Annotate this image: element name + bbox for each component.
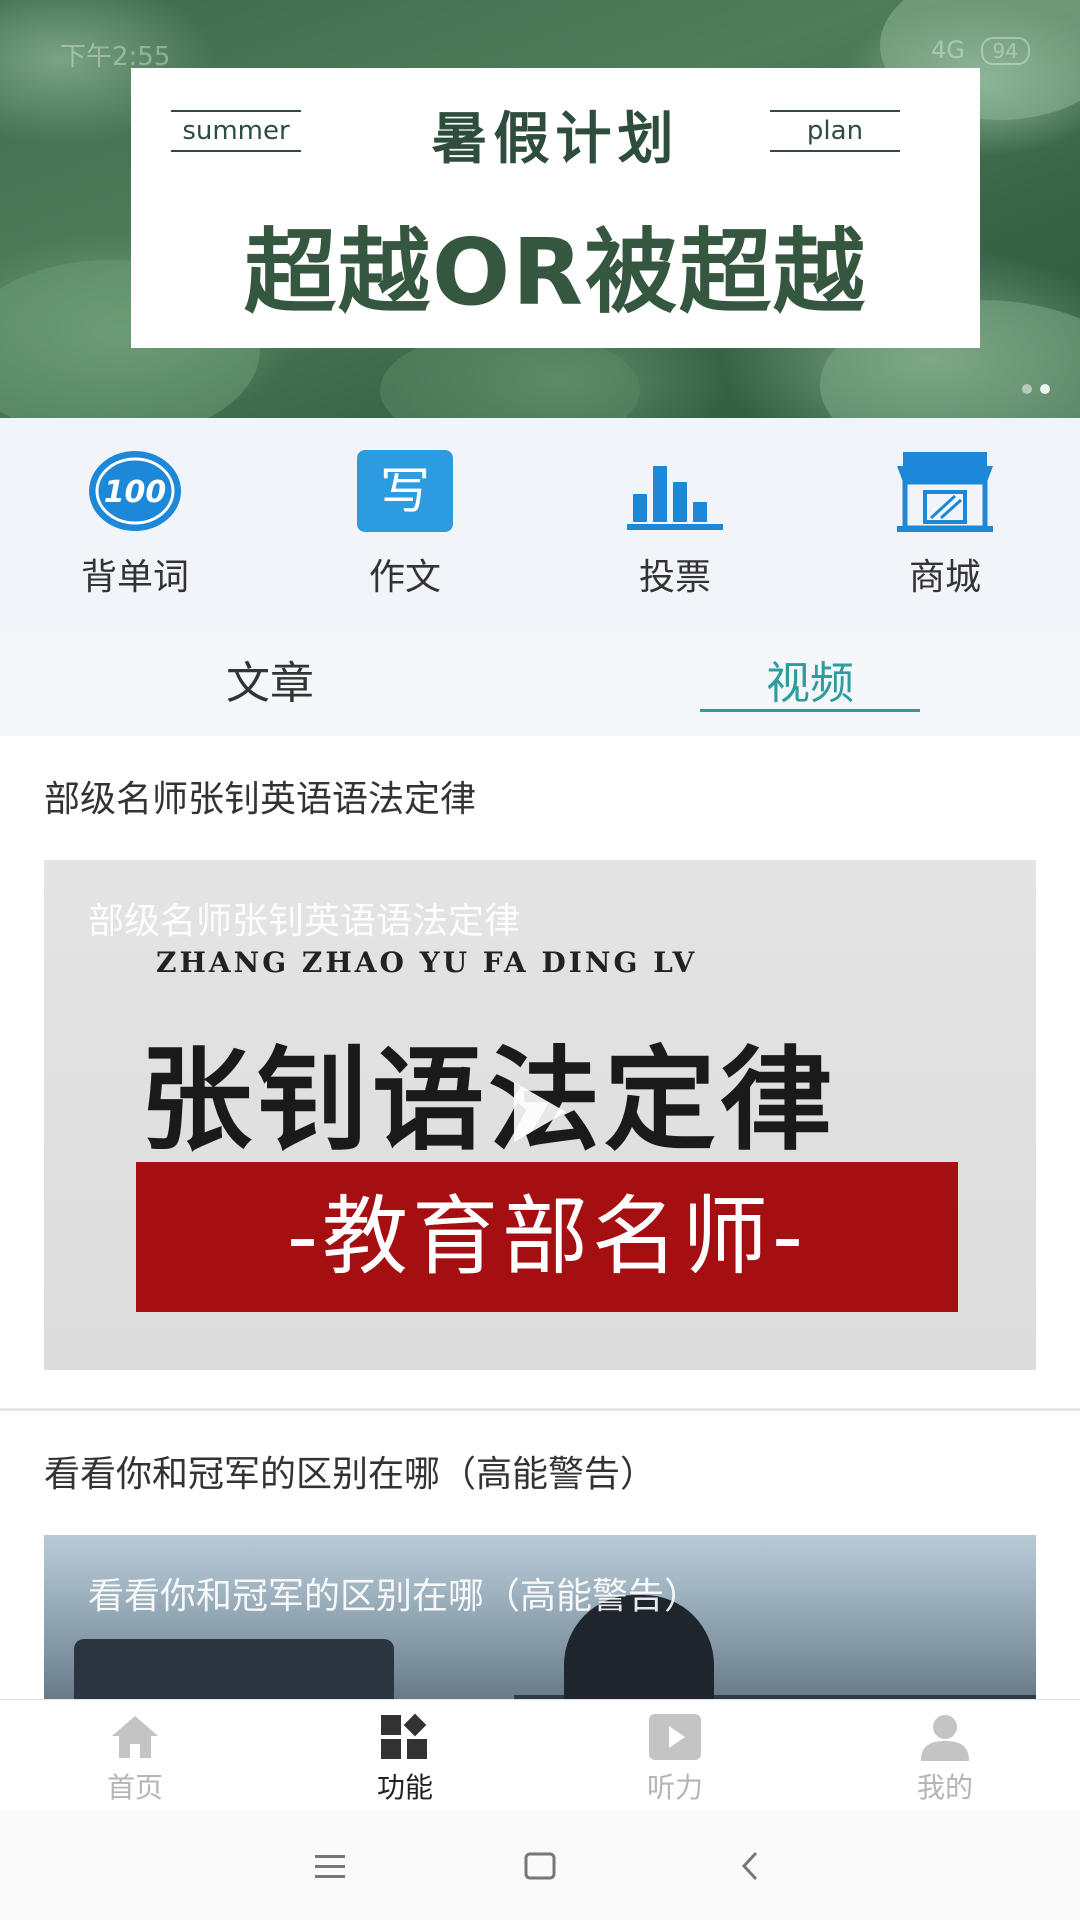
nav-item-features[interactable]: 功能 — [270, 1700, 540, 1811]
banner-carousel[interactable]: 下午2:55 4G 94 summer 暑假计划 plan 超越OR被超越 — [0, 0, 1080, 418]
banner-headline: 超越OR被超越 — [243, 219, 868, 326]
menu-icon[interactable] — [300, 1836, 360, 1896]
thumbnail-pinyin: ZHANG ZHAO YU FA DING LV — [156, 946, 698, 979]
video-card[interactable]: 看看你和冠军的区别在哪（高能警告） 看看你和冠军的区别在哪（高能警告） — [0, 1411, 1080, 1699]
write-icon: 写 — [355, 448, 455, 534]
quick-action-vocabulary[interactable]: 100 背单词 — [0, 418, 270, 633]
video-title[interactable]: 部级名师张钊英语语法定律 — [44, 770, 1036, 822]
thumbnail-red-banner: -教育部名师- — [136, 1162, 958, 1312]
nav-label: 听力 — [646, 1771, 703, 1804]
quick-action-essay[interactable]: 写 作文 — [270, 418, 540, 633]
video-thumbnail[interactable]: 看看你和冠军的区别在哪（高能警告） — [44, 1535, 1036, 1699]
user-icon — [917, 1712, 973, 1762]
quick-action-label: 背单词 — [80, 557, 189, 598]
back-icon[interactable] — [720, 1836, 780, 1896]
system-navigation-bar — [0, 1811, 1080, 1920]
carousel-dot[interactable] — [1022, 384, 1032, 394]
nav-item-listening[interactable]: 听力 — [540, 1700, 810, 1811]
status-indicators: 4G 94 — [931, 36, 1030, 65]
battery-icon: 94 — [980, 37, 1030, 65]
store-icon — [895, 448, 995, 534]
score-100-icon: 100 — [85, 448, 185, 534]
thumbnail-overlay-title: 看看你和冠军的区别在哪（高能警告） — [88, 1576, 701, 1617]
video-feed[interactable]: 部级名师张钊英语语法定律 部级名师张钊英语语法定律 ZHANG ZHAO YU … — [0, 736, 1080, 1699]
carousel-dot-active[interactable] — [1040, 384, 1050, 394]
content-tabs: 文章 视频 — [0, 633, 1080, 736]
grid-icon — [377, 1712, 433, 1762]
carousel-indicator — [1022, 384, 1050, 394]
bar-chart-icon — [625, 448, 725, 534]
thumbnail-sofa — [74, 1639, 394, 1699]
quick-action-label: 商城 — [908, 557, 981, 598]
nav-item-home[interactable]: 首页 — [0, 1700, 270, 1811]
score-100-text: 100 — [104, 475, 167, 510]
nav-item-profile[interactable]: 我的 — [810, 1700, 1080, 1811]
tab-videos[interactable]: 视频 — [540, 633, 1080, 736]
video-title[interactable]: 看看你和冠军的区别在哪（高能警告） — [44, 1445, 1036, 1497]
write-icon-text: 写 — [380, 462, 430, 520]
play-icon[interactable] — [514, 1082, 566, 1142]
battery-level: 94 — [992, 39, 1018, 63]
network-label: 4G — [931, 36, 965, 64]
thumbnail-big-text: 张钊语法定律 — [140, 1036, 836, 1166]
nav-label: 功能 — [376, 1771, 433, 1804]
play-icon — [647, 1712, 703, 1762]
banner-tag-right: plan — [770, 110, 900, 152]
nav-label: 我的 — [916, 1771, 973, 1804]
thumbnail-overlay-title: 部级名师张钊英语语法定律 — [88, 901, 521, 942]
quick-action-label: 作文 — [368, 557, 441, 598]
quick-action-label: 投票 — [638, 557, 711, 598]
bottom-navigation: 首页 功能 听力 我的 — [0, 1699, 1080, 1811]
home-icon — [107, 1712, 163, 1762]
tab-articles[interactable]: 文章 — [0, 633, 540, 736]
video-card[interactable]: 部级名师张钊英语语法定律 部级名师张钊英语语法定律 ZHANG ZHAO YU … — [0, 736, 1080, 1411]
quick-actions: 100 背单词 写 作文 投票 商城 — [0, 418, 1080, 633]
home-square-icon[interactable] — [510, 1836, 570, 1896]
banner-poster: summer 暑假计划 plan 超越OR被超越 — [131, 68, 980, 348]
quick-action-vote[interactable]: 投票 — [540, 418, 810, 633]
nav-label: 首页 — [106, 1771, 163, 1804]
quick-action-store[interactable]: 商城 — [810, 418, 1080, 633]
video-thumbnail[interactable]: 部级名师张钊英语语法定律 ZHANG ZHAO YU FA DING LV 张钊… — [44, 860, 1036, 1370]
